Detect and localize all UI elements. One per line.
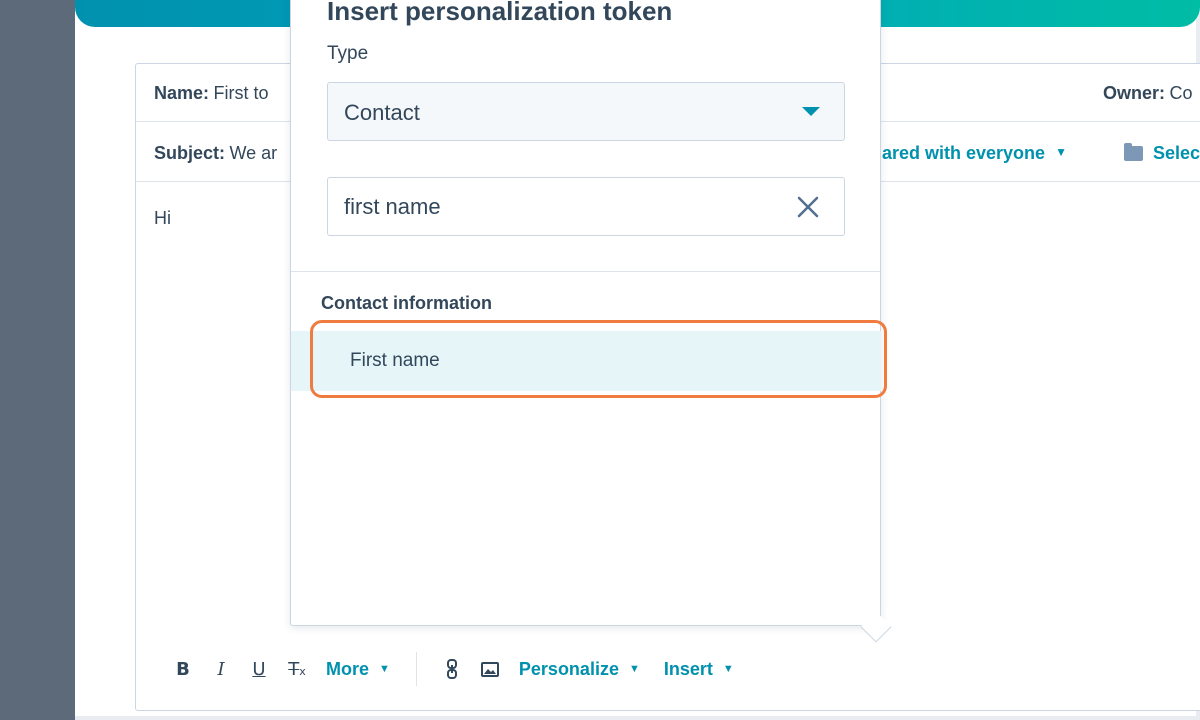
type-selected-value: Contact [344,100,420,125]
token-search-input[interactable] [327,177,845,236]
insert-button[interactable]: Insert ▼ [664,659,734,680]
clear-formatting-button[interactable]: Tx [278,659,316,680]
type-dropdown[interactable]: Contact [327,82,845,141]
section-heading-contact-information: Contact information [321,293,492,313]
more-button[interactable]: More ▼ [326,659,390,680]
name-label: Name: [154,83,210,103]
toolbar-divider [415,652,417,686]
personalization-popover: Insert personalization token Type Contac… [290,0,892,643]
image-icon [480,661,499,677]
close-icon [797,196,819,218]
folder-icon [1124,143,1143,161]
subject-field[interactable]: Subject: We ar [154,143,277,164]
owner-value[interactable]: Co [1169,83,1192,103]
caret-down-icon [802,107,820,116]
editor-toolbar: B I U Tx More ▼ Personalize ▼ Insert ▼ [164,652,734,686]
personalize-label: Personalize [518,658,619,679]
chevron-down-icon: ▼ [1055,145,1067,159]
subject-value[interactable]: We ar [229,143,277,163]
left-frame [0,0,75,720]
popover-title: Insert personalization token [327,0,673,26]
type-label: Type [327,43,369,64]
bold-button[interactable]: B [164,659,202,680]
subject-label: Subject: [154,143,226,163]
name-value[interactable]: First to [213,83,268,103]
clear-format-icon: T [288,658,300,680]
clear-search-button[interactable] [795,194,821,220]
name-field[interactable]: Name: First to [154,83,269,104]
sharing-label: hared with everyone [871,143,1046,163]
chevron-down-icon: ▼ [628,663,640,675]
more-label: More [326,658,370,679]
chevron-down-icon: ▼ [722,663,734,675]
owner-field[interactable]: Owner: Co [1103,83,1192,104]
folder-label: Selec [1153,143,1200,163]
link-icon [446,659,457,679]
personalize-button[interactable]: Personalize ▼ [519,659,640,680]
bottom-frame [75,716,1200,720]
email-body[interactable]: Hi [154,208,171,229]
folder-select[interactable]: Selec [1124,143,1200,164]
sharing-dropdown[interactable]: hared with everyone ▼ [871,143,1067,164]
insert-label: Insert [663,658,713,679]
chevron-down-icon: ▼ [379,663,390,675]
owner-label: Owner: [1103,83,1166,103]
image-button[interactable] [471,661,509,677]
link-button[interactable] [433,659,471,679]
underline-button[interactable]: U [240,659,278,680]
token-option-first-name[interactable]: First name [291,331,881,391]
token-option-label: First name [350,350,440,371]
popover-divider [291,271,880,272]
italic-button[interactable]: I [202,659,240,680]
